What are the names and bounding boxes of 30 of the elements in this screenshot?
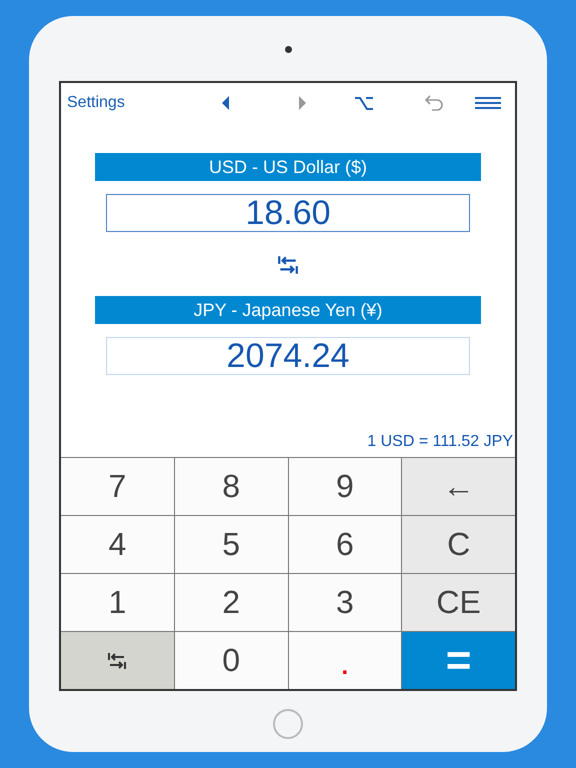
- digit-key[interactable]: 7: [61, 458, 174, 515]
- swap-icon: [277, 254, 299, 276]
- digit-key[interactable]: 1: [61, 574, 174, 631]
- digit-key[interactable]: 2: [174, 574, 288, 631]
- currency-header[interactable]: USD - US Dollar ($): [95, 153, 481, 181]
- forward-button[interactable]: [296, 96, 307, 110]
- digit-key[interactable]: 9: [288, 458, 402, 515]
- settings-link[interactable]: Settings: [67, 94, 125, 112]
- function-key[interactable]: C: [402, 516, 515, 573]
- menu-button[interactable]: [474, 97, 501, 109]
- currency-header[interactable]: JPY - Japanese Yen (¥): [95, 296, 481, 324]
- camera-dot: [284, 46, 292, 53]
- digit-key[interactable]: 3: [288, 574, 402, 631]
- decimal-key[interactable]: .: [288, 632, 402, 689]
- digit-key[interactable]: 8: [174, 458, 288, 515]
- digit-key[interactable]: 5: [174, 516, 288, 573]
- function-key[interactable]: CE: [402, 574, 515, 631]
- swap-icon: [107, 650, 128, 670]
- digit-key[interactable]: 6: [288, 516, 402, 573]
- amount-field[interactable]: 2074.24: [106, 337, 470, 375]
- swap-button[interactable]: [277, 254, 299, 276]
- option-key-button[interactable]: [354, 96, 373, 110]
- exchange-rate: 1 USD = 111.52 JPY: [367, 433, 514, 452]
- digit-key[interactable]: 0: [174, 632, 288, 689]
- digit-key[interactable]: 4: [61, 516, 174, 573]
- undo-button[interactable]: [424, 94, 445, 112]
- amount-field[interactable]: 18.60: [106, 194, 470, 232]
- equals-key[interactable]: =: [402, 632, 515, 689]
- back-button[interactable]: [220, 96, 231, 110]
- function-key[interactable]: ←: [402, 458, 515, 515]
